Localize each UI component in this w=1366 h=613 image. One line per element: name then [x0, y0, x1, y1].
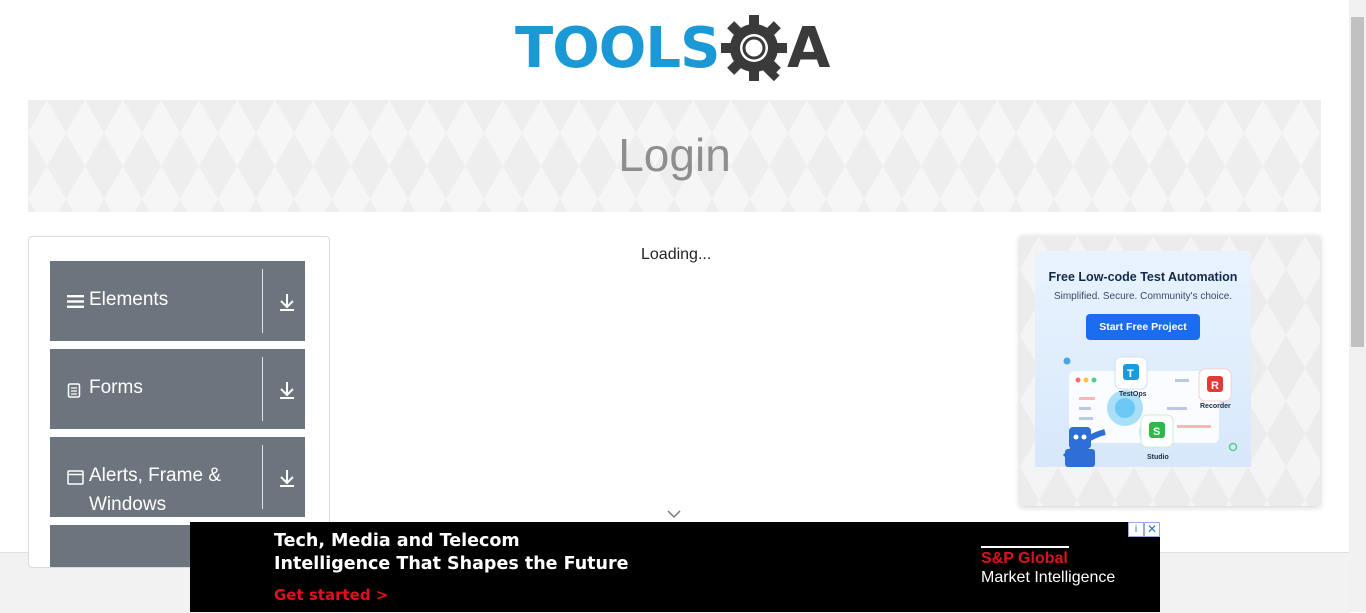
- loading-text: Loading...: [641, 246, 712, 263]
- sidebar-group-elements[interactable]: Elements: [50, 261, 305, 341]
- sidebar-group-alerts[interactable]: Alerts, Frame & Windows: [50, 437, 305, 517]
- sidebar-group-forms[interactable]: Forms: [50, 349, 305, 429]
- download-arrow-icon[interactable]: [276, 467, 298, 489]
- document-icon: [67, 383, 81, 398]
- sidebar-group-label: Elements: [89, 289, 169, 310]
- window-icon: [67, 470, 84, 485]
- svg-text:T: T: [1127, 368, 1134, 380]
- get-started-link[interactable]: Get started >: [274, 586, 388, 604]
- adchoices-icon[interactable]: i: [1128, 522, 1144, 537]
- logo-text-a: A: [787, 16, 831, 81]
- ad-subtitle: Simplified. Secure. Community's choice.: [1053, 291, 1233, 302]
- ad-headline-2: Intelligence That Shapes the Future: [274, 554, 629, 574]
- brand-name: S&P Global: [981, 550, 1068, 567]
- ad-card[interactable]: Free Low-code Test Automation Simplified…: [1035, 251, 1251, 467]
- side-advertisement[interactable]: Free Low-code Test Automation Simplified…: [1020, 236, 1320, 506]
- sidebar-group-label: Forms: [89, 377, 143, 398]
- toolsqa-logo[interactable]: TOOLS A: [515, 14, 840, 92]
- bottom-advertisement[interactable]: Tech, Media and Telecom Intelligence Tha…: [190, 522, 1160, 612]
- chevron-down-icon[interactable]: [666, 508, 682, 520]
- divider: [262, 445, 263, 509]
- logo-text-tools: TOOLS: [515, 16, 720, 81]
- start-free-project-button[interactable]: Start Free Project: [1086, 314, 1200, 340]
- hamburger-icon: [67, 295, 84, 308]
- svg-text:S: S: [1153, 426, 1160, 438]
- close-ad-icon[interactable]: ✕: [1144, 522, 1160, 537]
- svg-text:R: R: [1211, 380, 1219, 392]
- divider: [262, 269, 263, 333]
- ad-caption-studio: Studio: [1147, 454, 1169, 461]
- sidebar-panel: Elements Forms Alerts, Frame & Windows: [28, 236, 330, 568]
- brand-tagline: Market Intelligence: [981, 569, 1116, 586]
- sidebar-group-label: Windows: [89, 494, 167, 515]
- download-arrow-icon[interactable]: [276, 379, 298, 401]
- brand-divider: [981, 546, 1069, 548]
- scrollbar-thumb[interactable]: [1351, 17, 1364, 347]
- page-title: Login: [618, 129, 731, 181]
- ad-caption-recorder: Recorder: [1200, 403, 1231, 410]
- ad-headline-1: Tech, Media and Telecom: [274, 531, 520, 551]
- divider: [262, 357, 263, 421]
- ad-caption-testops: TestOps: [1119, 391, 1147, 398]
- page-banner: Login: [28, 100, 1321, 212]
- sidebar-group-label: Alerts, Frame &: [89, 465, 221, 486]
- download-arrow-icon[interactable]: [276, 291, 298, 313]
- ad-title: Free Low-code Test Automation: [1048, 270, 1238, 284]
